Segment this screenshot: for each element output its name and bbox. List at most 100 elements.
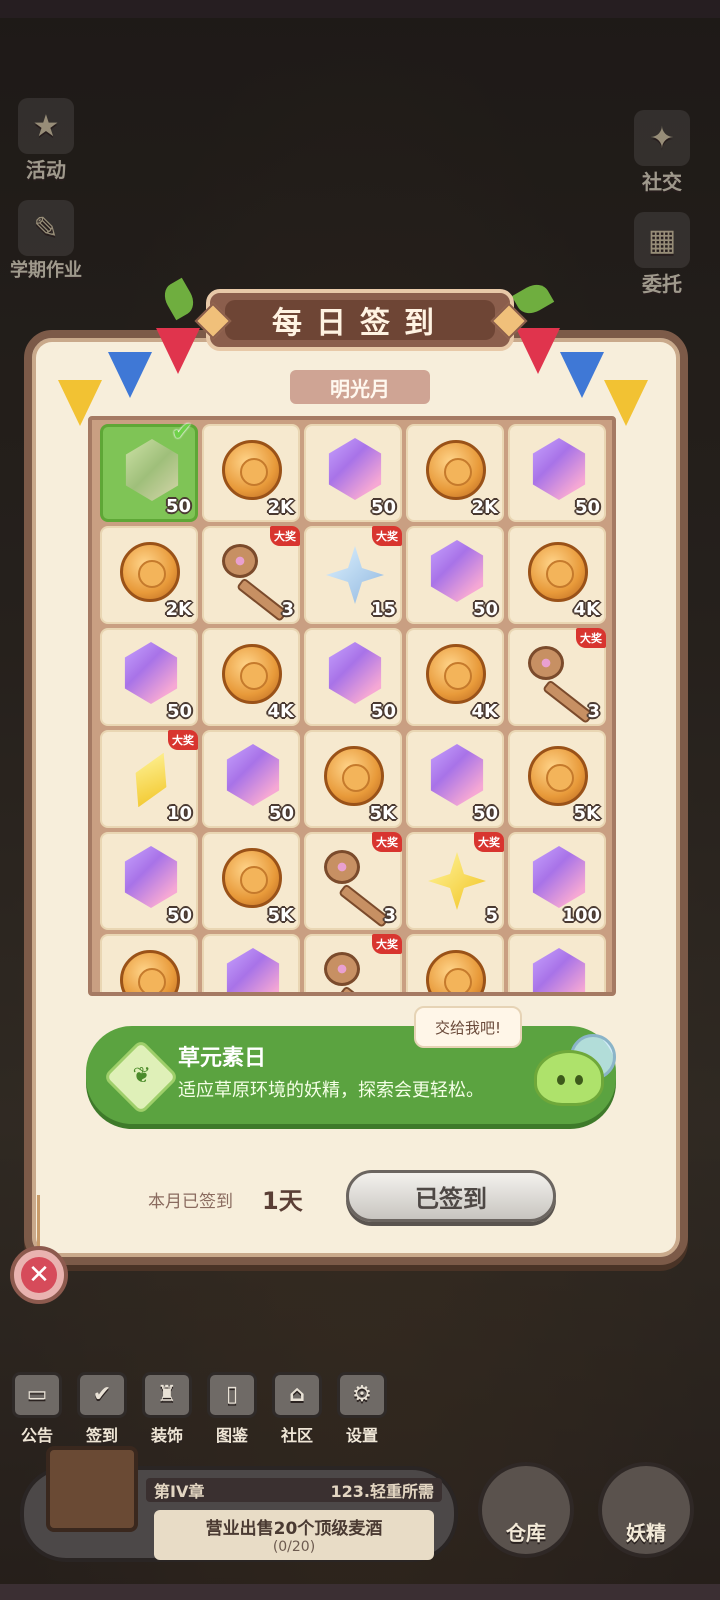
fairy-button[interactable]: 妖精 bbox=[598, 1462, 694, 1558]
reward-quantity: 3 bbox=[383, 905, 396, 926]
grand-prize-badge: 大奖 bbox=[576, 628, 606, 648]
reward-quantity: 10 bbox=[166, 803, 192, 824]
bunting-flag bbox=[560, 352, 604, 398]
reward-cell[interactable]: 4K bbox=[202, 628, 300, 726]
reward-cell[interactable]: 2K bbox=[202, 424, 300, 522]
reward-cell[interactable]: 大奖 10 bbox=[100, 730, 198, 828]
reward-cell[interactable]: 50 bbox=[202, 730, 300, 828]
signed-button[interactable]: 已签到 bbox=[346, 1170, 556, 1222]
gem-icon bbox=[328, 438, 382, 500]
reward-cell[interactable] bbox=[406, 934, 504, 992]
reward-cell[interactable]: 50 bbox=[406, 730, 504, 828]
reward-cell[interactable]: ✔ 50 bbox=[100, 420, 198, 522]
reward-cell[interactable]: 50 bbox=[304, 628, 402, 726]
star-icon bbox=[326, 546, 384, 604]
gem-icon bbox=[124, 642, 178, 704]
coin-icon bbox=[426, 950, 486, 992]
bunting-flag bbox=[156, 328, 200, 374]
grand-prize-badge: 大奖 bbox=[372, 934, 402, 954]
reward-quantity: 50 bbox=[370, 701, 396, 722]
close-button[interactable]: ✕ bbox=[10, 1246, 68, 1304]
reward-cell[interactable]: 50 bbox=[100, 832, 198, 930]
reward-cell[interactable]: 50 bbox=[100, 628, 198, 726]
reward-cell[interactable]: 5K bbox=[304, 730, 402, 828]
reward-cell[interactable]: 大奖 3 bbox=[202, 526, 300, 624]
check-icon: ✔ bbox=[171, 417, 193, 447]
reward-cell[interactable] bbox=[202, 934, 300, 992]
warehouse-button[interactable]: 仓库 bbox=[478, 1462, 574, 1558]
settings-icon: ⚙ bbox=[337, 1372, 387, 1418]
coin-icon bbox=[528, 746, 588, 806]
codex-icon: ▯ bbox=[207, 1372, 257, 1418]
bunting-flag bbox=[108, 352, 152, 398]
reward-cell[interactable]: 大奖 bbox=[304, 934, 402, 992]
quest-subtitle: 123.轻重所需 bbox=[330, 1482, 434, 1501]
reward-quantity: 15 bbox=[370, 599, 396, 620]
reward-quantity: 50 bbox=[574, 497, 600, 518]
reward-quantity: 50 bbox=[472, 599, 498, 620]
reward-quantity: 50 bbox=[370, 497, 396, 518]
bunting-flag bbox=[516, 328, 560, 374]
reward-quantity: 3 bbox=[281, 599, 294, 620]
coin-icon bbox=[528, 542, 588, 602]
key-icon bbox=[322, 848, 392, 929]
nav-item[interactable]: ▭ 公告 bbox=[6, 1372, 68, 1446]
reward-cell[interactable]: 50 bbox=[508, 424, 606, 522]
reward-cell[interactable]: 100 bbox=[508, 832, 606, 930]
fairy-label: 妖精 bbox=[626, 1521, 666, 1545]
reward-quantity: 5K bbox=[573, 803, 600, 824]
reward-cell[interactable] bbox=[508, 934, 606, 992]
grass-element-icon: ❦ bbox=[102, 1038, 180, 1116]
nav-label: 图鉴 bbox=[215, 1426, 248, 1445]
reward-cell[interactable]: 5K bbox=[202, 832, 300, 930]
quest-book-icon[interactable] bbox=[46, 1446, 138, 1532]
reward-cell[interactable]: 2K bbox=[100, 526, 198, 624]
reward-cell[interactable]: 50 bbox=[304, 424, 402, 522]
reward-cell[interactable]: 大奖 5 bbox=[406, 832, 504, 930]
reward-cell[interactable]: 大奖 3 bbox=[304, 832, 402, 930]
coin-icon bbox=[426, 644, 486, 704]
gem-icon bbox=[226, 744, 280, 806]
gem-icon bbox=[124, 846, 178, 908]
reward-grid-frame[interactable]: ✔ 50 2K 50 2K 50 2K 大奖 3 大奖 15 50 4K 50 4K 50 4K 大奖 3 大奖 10 5… bbox=[88, 416, 616, 996]
reward-cell[interactable]: 4K bbox=[508, 526, 606, 624]
reward-cell[interactable] bbox=[100, 934, 198, 992]
reward-cell[interactable]: 2K bbox=[406, 424, 504, 522]
nav-item[interactable]: ⌂ 社区 bbox=[266, 1372, 328, 1446]
reward-quantity: 5K bbox=[369, 803, 396, 824]
coin-icon bbox=[222, 644, 282, 704]
key-icon bbox=[220, 542, 290, 623]
reward-quantity: 50 bbox=[166, 701, 192, 722]
reward-quantity: 5 bbox=[485, 905, 498, 926]
reward-cell[interactable]: 大奖 3 bbox=[508, 628, 606, 726]
nav-item[interactable]: ♜ 装饰 bbox=[136, 1372, 198, 1446]
nav-item[interactable]: ▯ 图鉴 bbox=[201, 1372, 263, 1446]
gem-icon bbox=[328, 642, 382, 704]
quest-chapter-bar: 第IV章 123.轻重所需 bbox=[146, 1478, 442, 1502]
reward-cell[interactable]: 5K bbox=[508, 730, 606, 828]
key-icon bbox=[526, 644, 596, 725]
nav-item[interactable]: ✔ 签到 bbox=[71, 1372, 133, 1446]
reward-quantity: 4K bbox=[267, 701, 294, 722]
reward-quantity: 50 bbox=[165, 496, 191, 517]
rope-decoration bbox=[37, 1195, 40, 1247]
reward-cell[interactable]: 4K bbox=[406, 628, 504, 726]
grand-prize-badge: 大奖 bbox=[372, 832, 402, 852]
reward-cell[interactable]: 50 bbox=[406, 526, 504, 624]
grand-prize-badge: 大奖 bbox=[372, 526, 402, 546]
close-icon: ✕ bbox=[21, 1257, 57, 1293]
gem-icon bbox=[125, 439, 179, 501]
reward-quantity: 3 bbox=[587, 701, 600, 722]
coin-icon bbox=[426, 440, 486, 500]
warehouse-label: 仓库 bbox=[506, 1521, 546, 1545]
nav-item[interactable]: ⚙ 设置 bbox=[331, 1372, 393, 1446]
reward-grid: ✔ 50 2K 50 2K 50 2K 大奖 3 大奖 15 50 4K 50 4K 50 4K 大奖 3 大奖 10 5… bbox=[100, 420, 612, 992]
decor-icon: ♜ bbox=[142, 1372, 192, 1418]
bottom-bar bbox=[0, 1584, 720, 1600]
reward-quantity: 4K bbox=[573, 599, 600, 620]
nav-label: 社区 bbox=[280, 1426, 313, 1445]
key-icon bbox=[322, 950, 392, 992]
grand-prize-badge: 大奖 bbox=[270, 526, 300, 546]
reward-quantity: 100 bbox=[562, 905, 600, 926]
reward-cell[interactable]: 大奖 15 bbox=[304, 526, 402, 624]
